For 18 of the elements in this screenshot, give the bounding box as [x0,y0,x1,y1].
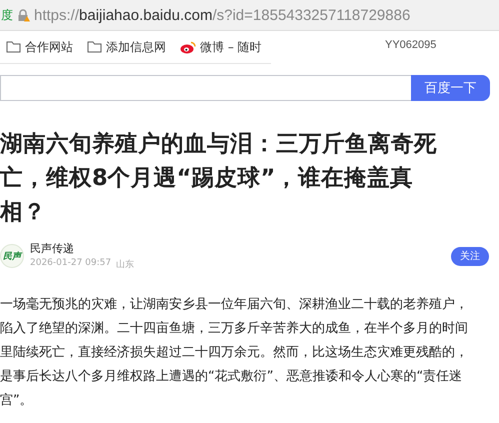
site-label: 度 [1,6,13,24]
author-avatar[interactable]: 民声 [0,244,24,268]
article-paragraph: 一场毫无预兆的灾难，让湖南安乡县一位年届六旬、深耕渔业二十载的老养殖户， 陷入了绝望的深渊。二十四亩鱼塘，三万多斤辛苦养大的成鱼，在半个多月的时间 里陆续死亡，直接经济损失超过二十四万余元。然而，比这场生态灾难更残酷的， 是事后长达八个多月维权路上遭遇的“花式敷衍”、恶意推诿和令人心寒的“责任迷 宫”。 [0,296,469,410]
bookmark-item[interactable]: 微博 – 随时 [180,38,262,56]
bookmark-item[interactable]: 合作网站 [6,38,73,56]
folder-icon [6,41,21,53]
weibo-icon [180,40,196,54]
publish-date: 2026-01-27 09:57 [30,258,112,270]
follow-button[interactable]: 关注 [451,246,489,266]
search-field[interactable] [0,75,411,101]
url-text[interactable]: https://baijiahao.baidu.com/s?id=1855433257118729886 [34,6,410,24]
bookmark-item[interactable]: 添加信息网 [87,38,166,56]
lock-icon [17,8,30,22]
search-button[interactable]: 百度一下 [411,75,490,101]
location-text: 山东 [116,258,134,271]
folder-icon [87,41,102,53]
bookmark-note: YY062095 [385,39,436,51]
author-name[interactable]: 民声传递 [30,241,445,256]
